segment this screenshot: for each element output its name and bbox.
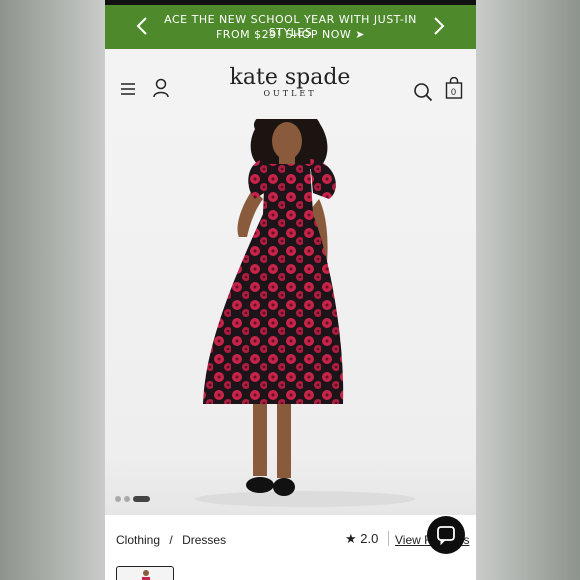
star-icon: ★ [345, 531, 357, 546]
chat-icon [437, 526, 455, 546]
chevron-right-icon[interactable] [432, 15, 446, 37]
site-logo[interactable]: kate spade OUTLET [225, 65, 355, 98]
model-dress-image [195, 119, 415, 507]
logo-subtitle: OUTLET [263, 89, 317, 98]
phone-screen: ACE THE NEW SCHOOL YEAR WITH JUST-IN STY… [105, 0, 476, 580]
breadcrumb-clothing[interactable]: Clothing [116, 533, 160, 547]
bag-count: 0 [451, 87, 457, 97]
breadcrumb-separator: / [169, 533, 173, 547]
carousel-dot[interactable] [115, 496, 121, 502]
search-icon[interactable] [413, 82, 433, 102]
breadcrumb: Clothing / Dresses [116, 533, 232, 547]
site-header: kate spade OUTLET 0 [105, 49, 476, 119]
logo-brand: kate spade [229, 65, 351, 90]
carousel-dot[interactable] [124, 496, 130, 502]
promo-banner[interactable]: ACE THE NEW SCHOOL YEAR WITH JUST-IN STY… [105, 5, 476, 49]
chat-button[interactable] [427, 516, 465, 554]
promo-text-line2[interactable]: FROM $29! SHOP NOW ➤ [145, 28, 436, 41]
account-icon[interactable] [152, 78, 170, 98]
background-right [476, 0, 580, 580]
gallery-thumbnail[interactable] [116, 566, 174, 580]
carousel-dot-active[interactable] [133, 496, 150, 502]
background-left [0, 0, 105, 580]
product-rating: ★ 2.0 [345, 531, 378, 547]
breadcrumb-dresses[interactable]: Dresses [182, 533, 226, 547]
rating-divider [388, 531, 389, 546]
menu-icon[interactable] [120, 81, 136, 97]
rating-value: 2.0 [360, 531, 379, 546]
product-image[interactable] [105, 119, 476, 515]
carousel-indicators[interactable] [115, 496, 153, 502]
thumbnail-image [142, 570, 150, 580]
